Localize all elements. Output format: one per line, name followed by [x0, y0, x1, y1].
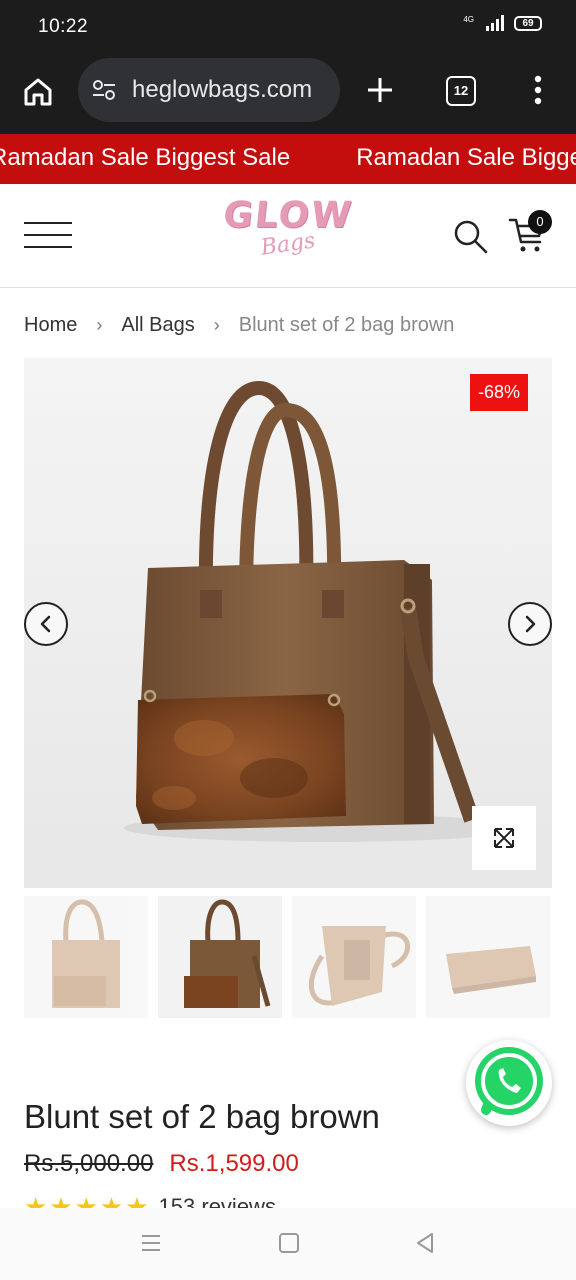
search-icon[interactable]	[452, 218, 488, 254]
home-icon[interactable]	[20, 74, 56, 110]
expand-icon	[494, 828, 514, 848]
chevron-left-icon	[40, 615, 51, 633]
status-icons: 4G 69	[463, 15, 542, 31]
whatsapp-icon	[475, 1047, 543, 1115]
chevron-right-icon: ›	[213, 315, 220, 335]
signal-icon	[486, 15, 504, 31]
browser-toolbar: heglowbags.com 12	[0, 56, 576, 134]
recent-apps-icon[interactable]	[140, 1232, 162, 1254]
breadcrumb-home[interactable]: Home	[24, 314, 77, 337]
cart-count-badge: 0	[528, 210, 552, 234]
chevron-right-icon: ›	[96, 315, 103, 335]
thumbnail-3[interactable]	[292, 896, 416, 1018]
status-bar: 10:22 4G 69	[0, 0, 576, 56]
thumbnail-image	[52, 899, 120, 1008]
new-tab-icon[interactable]	[364, 74, 396, 106]
tab-switcher-button[interactable]: 12	[446, 76, 476, 106]
back-icon[interactable]	[414, 1232, 436, 1254]
site-header: GLOW Bags 0	[0, 184, 576, 288]
previous-image-button[interactable]	[24, 602, 68, 646]
announcement-text: Ramadan Sale Biggest Sale	[356, 144, 576, 171]
product-title: Blunt set of 2 bag brown	[24, 1098, 380, 1135]
url-text: heglowbags.com	[132, 76, 313, 103]
status-time: 10:22	[38, 16, 89, 37]
system-navigation-bar	[0, 1208, 576, 1280]
thumbnail-2[interactable]	[158, 896, 282, 1018]
hamburger-menu-icon[interactable]	[24, 222, 72, 250]
product-image-gallery[interactable]: -68%	[24, 358, 552, 888]
announcement-text: Ramadan Sale Biggest Sale	[0, 144, 291, 171]
home-nav-icon[interactable]	[278, 1232, 300, 1254]
chevron-right-icon	[525, 615, 536, 633]
zoom-button[interactable]	[472, 806, 536, 870]
thumbnail-image	[308, 926, 410, 1006]
breadcrumb: Home › All Bags › Blunt set of 2 bag bro…	[24, 314, 454, 337]
announcement-bar: Ramadan Sale Biggest Sale Ramadan Sale Bi…	[0, 134, 576, 184]
logo[interactable]: GLOW Bags	[218, 195, 358, 278]
breadcrumb-current: Blunt set of 2 bag brown	[238, 314, 455, 336]
price-row: Rs.5,000.00 Rs.1,599.00	[24, 1150, 299, 1178]
thumbnail-image	[446, 946, 536, 994]
thumbnail-1[interactable]	[24, 896, 148, 1018]
breadcrumb-category[interactable]: All Bags	[121, 314, 194, 337]
more-menu-icon[interactable]	[526, 72, 550, 108]
network-label: 4G	[463, 15, 474, 24]
original-price: Rs.5,000.00	[24, 1150, 154, 1177]
thumbnail-image	[184, 899, 271, 1008]
next-image-button[interactable]	[508, 602, 552, 646]
sale-price: Rs.1,599.00	[169, 1150, 299, 1177]
site-settings-icon[interactable]	[90, 76, 118, 104]
whatsapp-chat-button[interactable]	[466, 1040, 552, 1126]
thumbnail-4[interactable]	[426, 896, 550, 1018]
address-bar[interactable]: heglowbags.com	[78, 58, 340, 122]
discount-badge: -68%	[469, 374, 528, 411]
announcement-track: Ramadan Sale Biggest Sale Ramadan Sale Bi…	[0, 144, 576, 172]
thumbnail-strip	[24, 896, 552, 1018]
battery-icon: 69	[514, 15, 542, 31]
